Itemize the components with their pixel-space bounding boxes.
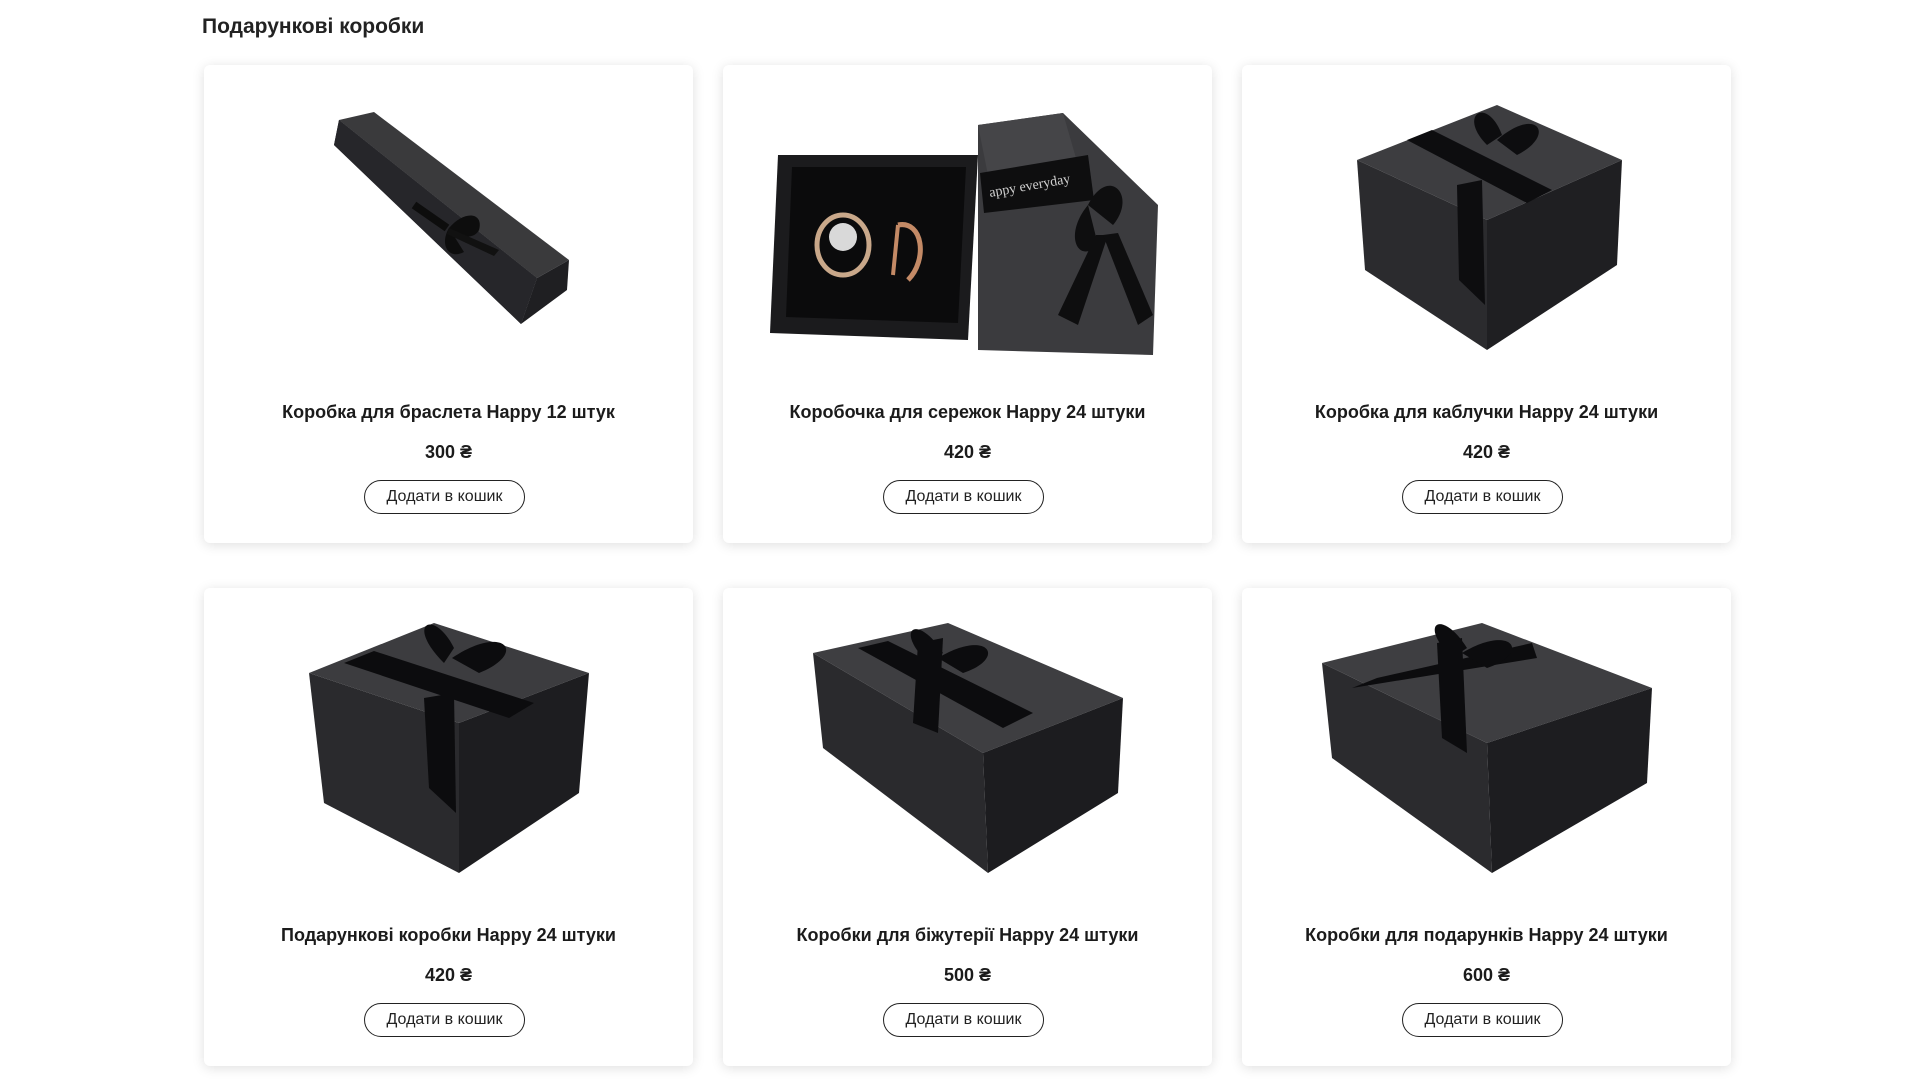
title-prefix: Коробка для браслета — [282, 402, 487, 422]
title-suffix: 24 штуки — [1573, 402, 1659, 422]
product-grid: Коробка для браслета Happy 12 штук 300 ₴… — [204, 65, 1731, 1066]
add-to-cart-button[interactable]: Додати в кошик — [363, 1003, 526, 1037]
product-price: 300 ₴ — [424, 442, 473, 462]
product-title[interactable]: Коробка для каблучки Happy 24 штуки — [1242, 400, 1731, 424]
product-title[interactable]: Коробки для біжутерії Happy 24 штуки — [723, 923, 1212, 947]
title-prefix: Коробки для подарунків — [1305, 925, 1529, 945]
title-brand: Happy — [1518, 402, 1574, 422]
product-card[interactable]: Коробки для біжутерії Happy 24 штуки 500… — [723, 588, 1212, 1066]
product-title[interactable]: Коробочка для сережок Happy 24 штуки — [723, 400, 1212, 424]
add-to-cart-button[interactable]: Додати в кошик — [363, 480, 526, 514]
title-brand: Happy — [1528, 925, 1584, 945]
title-brand: Happy — [476, 925, 532, 945]
title-prefix: Коробка для каблучки — [1314, 402, 1519, 422]
title-suffix: 24 штуки — [531, 925, 616, 945]
product-title[interactable]: Коробки для подарунків Happy 24 штуки — [1242, 923, 1731, 947]
product-card[interactable]: Коробки для подарунків Happy 24 штуки 60… — [1242, 588, 1731, 1066]
title-brand: Happy — [1006, 402, 1062, 422]
title-prefix: Коробочка для сережок — [789, 402, 1007, 422]
product-card[interactable]: Коробка для каблучки Happy 24 штуки 420 … — [1242, 65, 1731, 543]
title-prefix: Коробки для біжутерії — [796, 925, 1000, 945]
present-box-image[interactable] — [1242, 588, 1731, 898]
product-title[interactable]: Коробка для браслета Happy 12 штук — [204, 400, 693, 424]
product-price: 600 ₴ — [1462, 965, 1511, 985]
ring-box-image[interactable] — [1242, 65, 1731, 375]
product-page: Подарункові коробки Коробка для браслета… — [0, 0, 1920, 1080]
add-to-cart-button[interactable]: Додати в кошик — [1401, 480, 1564, 514]
product-price: 420 ₴ — [943, 442, 992, 462]
product-card[interactable]: Коробка для браслета Happy 12 штук 300 ₴… — [204, 65, 693, 543]
title-suffix: 12 штук — [541, 402, 615, 422]
title-suffix: 24 штуки — [1054, 925, 1139, 945]
add-to-cart-button[interactable]: Додати в кошик — [882, 1003, 1045, 1037]
product-card[interactable]: Подарункові коробки Happy 24 штуки 420 ₴… — [204, 588, 693, 1066]
product-title[interactable]: Подарункові коробки Happy 24 штуки — [204, 923, 693, 947]
add-to-cart-button[interactable]: Додати в кошик — [1401, 1003, 1564, 1037]
title-suffix: 24 штуки — [1061, 402, 1146, 422]
product-price: 420 ₴ — [424, 965, 473, 985]
gift-box-image[interactable] — [204, 588, 693, 898]
section-title: Подарункові коробки — [202, 15, 425, 38]
add-to-cart-button[interactable]: Додати в кошик — [882, 480, 1045, 514]
title-brand: Happy — [999, 925, 1055, 945]
jewelry-box-image[interactable] — [723, 588, 1212, 898]
bracelet-box-image[interactable] — [204, 65, 693, 375]
earring-box-image[interactable]: appy everyday — [723, 65, 1212, 375]
title-brand: Happy — [486, 402, 542, 422]
title-prefix: Подарункові коробки — [281, 925, 477, 945]
product-card[interactable]: appy everyday Коробочка для сережок Happ… — [723, 65, 1212, 543]
product-price: 420 ₴ — [1462, 442, 1511, 462]
product-price: 500 ₴ — [943, 965, 992, 985]
title-suffix: 24 штуки — [1583, 925, 1668, 945]
